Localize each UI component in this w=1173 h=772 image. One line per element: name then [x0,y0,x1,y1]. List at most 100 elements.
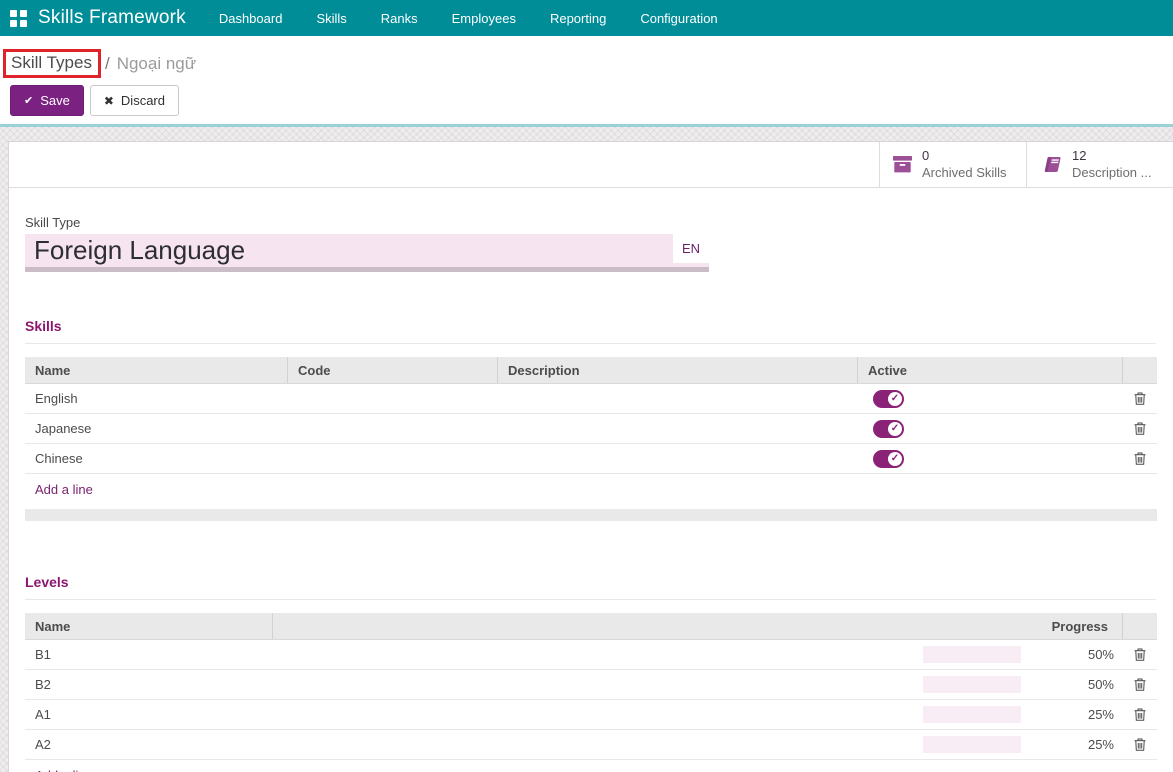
column-header-description[interactable]: Description [498,357,858,383]
trash-icon [1134,678,1146,691]
column-header-name[interactable]: Name [25,357,288,383]
skill-name-cell[interactable]: Japanese [25,414,288,443]
progress-percent-label: 25% [1088,707,1123,722]
apps-grid-square [10,10,17,17]
discard-button-label: Discard [121,93,165,108]
descriptions-stat-button[interactable]: 12 Description ... [1026,142,1173,187]
breadcrumb-skill-types annotation-highlight[interactable]: Skill Types [3,49,101,78]
skill-code-cell[interactable] [288,414,498,443]
delete-row-button[interactable] [1123,730,1157,759]
progress-widget: 25% [923,706,1123,723]
skill-name-cell[interactable]: English [25,384,288,413]
level-name-cell[interactable]: B1 [25,640,273,669]
delete-row-button[interactable] [1123,384,1157,413]
form-sheet: 0 Archived Skills 12 [8,141,1173,772]
active-toggle[interactable]: ✓ [873,390,904,408]
skill-description-cell[interactable] [498,384,858,413]
progress-widget: 50% [923,646,1123,663]
level-name-cell[interactable]: B2 [25,670,273,699]
levels-table-header: Name Progress [25,613,1157,640]
progress-percent-label: 25% [1088,737,1123,752]
column-header-active[interactable]: Active [858,357,1123,383]
save-button[interactable]: ✔ Save [10,85,84,116]
level-table-row[interactable]: B1 50% [25,640,1157,670]
descriptions-label: Description ... [1072,165,1151,181]
delete-row-button[interactable] [1123,700,1157,729]
column-header-name[interactable]: Name [25,613,273,639]
progress-percent-label: 50% [1088,677,1123,692]
menu-item-ranks[interactable]: Ranks [381,11,418,26]
skills-add-a-line-link[interactable]: Add a line [25,474,1157,506]
active-toggle[interactable]: ✓ [873,450,904,468]
levels-add-a-line-link[interactable]: Add a line [25,760,1157,772]
skill-name-cell[interactable]: Chinese [25,444,288,473]
skill-active-cell[interactable]: ✓ [858,384,1123,413]
skill-active-cell[interactable]: ✓ [858,444,1123,473]
column-header-progress[interactable]: Progress [921,613,1123,639]
delete-row-button[interactable] [1123,414,1157,443]
skill-table-row[interactable]: English ✓ [25,384,1157,414]
translation-language-badge[interactable]: EN [673,234,709,263]
skill-description-cell[interactable] [498,444,858,473]
progress-bar-track [923,706,1021,723]
skill-type-input[interactable]: Foreign Language EN [25,234,709,272]
skill-code-cell[interactable] [288,384,498,413]
apps-grid-square [20,10,27,17]
column-header-actions [1123,357,1157,383]
delete-row-button[interactable] [1123,444,1157,473]
book-icon [1040,156,1062,173]
level-progress-cell[interactable]: 25% [921,730,1123,759]
archived-skills-count: 0 [922,148,1007,164]
progress-widget: 50% [923,676,1123,693]
apps-grid-square [20,20,27,27]
menu-item-dashboard[interactable]: Dashboard [219,11,283,26]
stat-text: 0 Archived Skills [922,148,1007,181]
apps-grid-icon[interactable] [10,10,27,27]
skill-table-row[interactable]: Japanese ✓ [25,414,1157,444]
check-icon: ✔ [24,94,33,107]
discard-button[interactable]: ✖ Discard [90,85,179,116]
archive-icon [893,156,912,173]
menu-item-configuration[interactable]: Configuration [640,11,717,26]
form-background: 0 Archived Skills 12 [0,127,1173,772]
levels-table: Name Progress B1 50% B2 [25,613,1157,772]
level-progress-cell[interactable]: 50% [921,640,1123,669]
stat-button-bar: 0 Archived Skills 12 [9,142,1173,188]
skill-description-cell[interactable] [498,414,858,443]
trash-icon [1134,708,1146,721]
level-progress-cell[interactable]: 25% [921,700,1123,729]
horizontal-scrollbar[interactable] [25,509,1157,521]
menu-item-skills[interactable]: Skills [316,11,346,26]
level-table-row[interactable]: A1 25% [25,700,1157,730]
level-name-cell[interactable]: A1 [25,700,273,729]
levels-section: Levels Name Progress B1 50% [25,574,1156,772]
menu-item-reporting[interactable]: Reporting [550,11,606,26]
level-empty-cell [273,640,921,669]
skill-table-row[interactable]: Chinese ✓ [25,444,1157,474]
toggle-check-icon: ✓ [888,392,902,406]
delete-row-button[interactable] [1123,640,1157,669]
app-title[interactable]: Skills Framework [38,7,186,29]
menu-item-employees[interactable]: Employees [452,11,516,26]
apps-grid-square [10,20,17,27]
level-name-cell[interactable]: A2 [25,730,273,759]
stat-text: 12 Description ... [1072,148,1151,181]
level-table-row[interactable]: A2 25% [25,730,1157,760]
main-menu: Dashboard Skills Ranks Employees Reporti… [219,11,718,26]
trash-icon [1134,452,1146,465]
level-progress-cell[interactable]: 50% [921,670,1123,699]
active-toggle[interactable]: ✓ [873,420,904,438]
close-icon: ✖ [104,94,114,108]
progress-bar-track [923,736,1021,753]
delete-row-button[interactable] [1123,670,1157,699]
level-table-row[interactable]: B2 50% [25,670,1157,700]
archived-skills-stat-button[interactable]: 0 Archived Skills [879,142,1026,187]
toggle-check-icon: ✓ [888,422,902,436]
column-header-code[interactable]: Code [288,357,498,383]
breadcrumb: Skill Types / Ngoại ngữ [10,49,1173,78]
skill-active-cell[interactable]: ✓ [858,414,1123,443]
breadcrumb-separator: / [105,54,110,74]
skills-section-title: Skills [25,318,1156,344]
top-navbar: Skills Framework Dashboard Skills Ranks … [0,0,1173,36]
skill-code-cell[interactable] [288,444,498,473]
